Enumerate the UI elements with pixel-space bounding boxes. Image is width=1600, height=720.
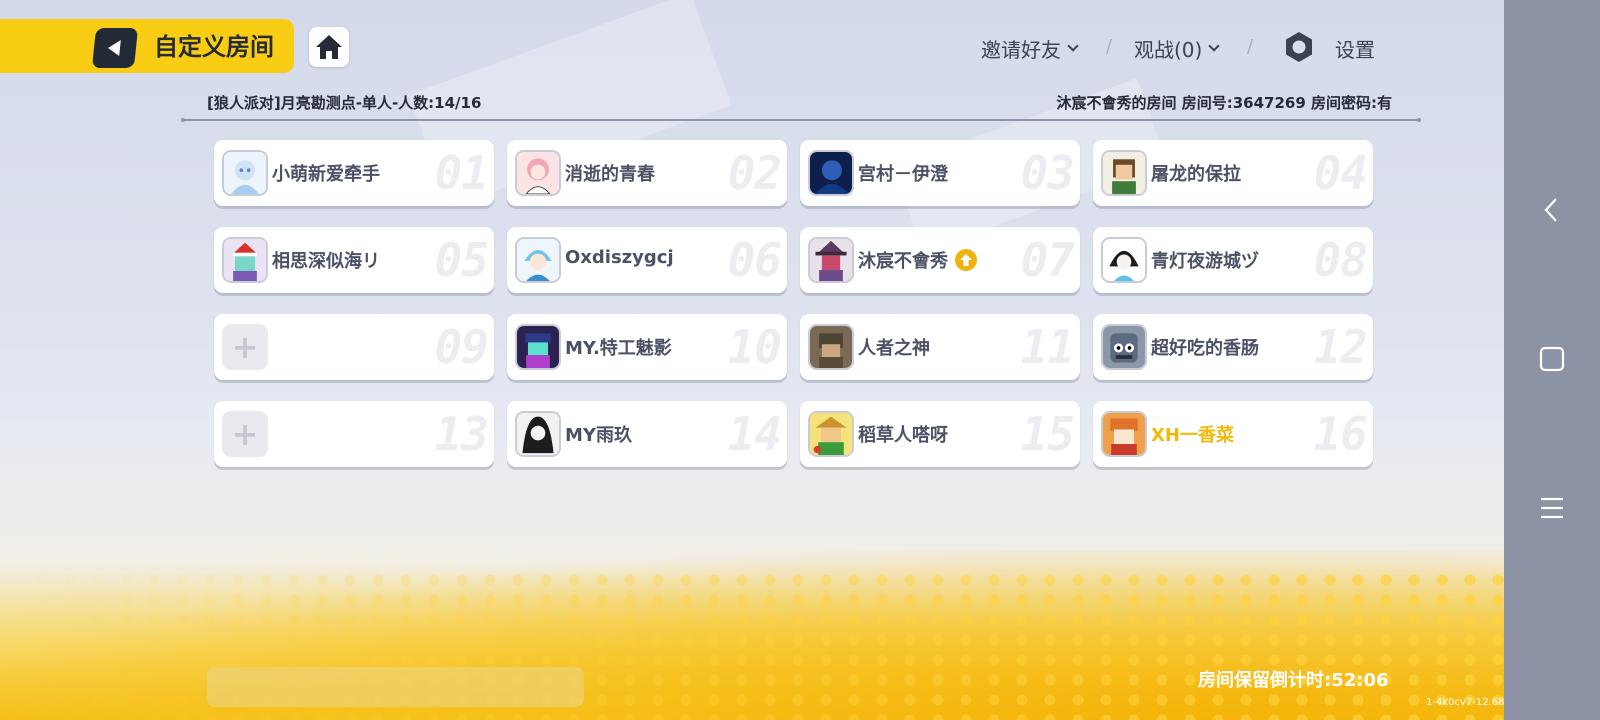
player-slot[interactable]: 宫村－伊澄 03 (800, 140, 1080, 206)
home-button[interactable] (309, 27, 349, 67)
settings-button[interactable]: 设置 (1335, 30, 1375, 66)
dark-blue-avatar (808, 150, 854, 196)
tiger-hood-avatar (1101, 411, 1147, 457)
player-slot[interactable]: 屠龙的保拉 04 (1093, 140, 1373, 206)
player-slot[interactable]: MY雨玖 14 (507, 401, 787, 467)
menu-separator: / (1106, 36, 1113, 57)
helmet-avatar (808, 324, 854, 370)
black-white-girl-avatar (515, 411, 561, 457)
player-slot[interactable]: 人者之神 11 (800, 314, 1080, 380)
slot-number: 02 (727, 146, 782, 200)
system-nav-bar (1504, 0, 1600, 720)
player-name: 沐宸不會秀 (858, 251, 948, 272)
player-name: Oxdiszygcj (565, 247, 674, 268)
invite-friends-label: 邀请好友 (981, 37, 1061, 62)
room-owner-icon (955, 249, 977, 271)
santa-hat-avatar (222, 237, 268, 283)
nav-home-button[interactable] (1504, 329, 1600, 389)
slot-number: 16 (1313, 407, 1368, 461)
slot-number: 05 (434, 233, 489, 287)
player-name: 屠龙的保拉 (1151, 164, 1241, 185)
player-name: 宫村－伊澄 (858, 164, 948, 185)
slot-number: 11 (1020, 320, 1075, 374)
slot-number: 12 (1313, 320, 1368, 374)
slot-number: 07 (1020, 233, 1075, 287)
slot-number: 06 (727, 233, 782, 287)
player-name: 超好吃的香肠 (1151, 338, 1259, 359)
player-name: 小萌新爱牵手 (272, 164, 380, 185)
player-slot[interactable]: 超好吃的香肠 12 (1093, 314, 1373, 380)
witch-hat-avatar (808, 237, 854, 283)
gear-icon[interactable] (1283, 31, 1315, 63)
brown-hair-avatar (1101, 150, 1147, 196)
player-slot[interactable]: 青灯夜游城ヅ 08 (1093, 227, 1373, 293)
room-countdown: 房间保留倒计时:52:06 (1198, 670, 1389, 691)
player-slot[interactable]: 消逝的青春 02 (507, 140, 787, 206)
nav-home-icon (1539, 346, 1565, 372)
anime-girl-avatar (222, 150, 268, 196)
nav-recents-button[interactable] (1504, 478, 1600, 538)
slot-number: 13 (434, 407, 489, 461)
player-slot[interactable]: 沐宸不會秀 07 (800, 227, 1080, 293)
player-name: MY.特工魅影 (565, 338, 672, 359)
player-slot[interactable]: 相思深似海リ 05 (214, 227, 494, 293)
slot-number: 15 (1020, 407, 1075, 461)
slot-number: 10 (727, 320, 782, 374)
invite-friends-dropdown[interactable]: 邀请好友 (981, 30, 1079, 66)
add-player-icon[interactable]: + (222, 411, 268, 457)
chat-input-bar[interactable] (207, 667, 584, 707)
spectate-dropdown[interactable]: 观战(0) (1134, 30, 1221, 66)
blob-monster-avatar (1101, 324, 1147, 370)
player-name: XH一香菜 (1151, 425, 1234, 446)
spectate-label: 观战(0) (1134, 37, 1203, 62)
header-divider (181, 118, 1421, 122)
back-arrow-icon (106, 40, 121, 56)
player-slot[interactable]: XH一香菜 16 (1093, 401, 1373, 467)
page-title: 自定义房间 (154, 33, 274, 61)
settings-label: 设置 (1335, 37, 1375, 62)
player-name: 人者之神 (858, 338, 930, 359)
player-name: MY雨玖 (565, 425, 632, 446)
pink-hair-avatar (515, 150, 561, 196)
slot-number: 01 (434, 146, 489, 200)
blue-hair-avatar (515, 237, 561, 283)
nav-back-icon (1544, 198, 1557, 222)
player-slot[interactable]: Oxdiszygcj 06 (507, 227, 787, 293)
slot-number: 08 (1313, 233, 1368, 287)
nav-back-button[interactable] (1504, 180, 1600, 240)
nav-menu-icon (1541, 497, 1563, 519)
room-mode-info: [狼人派对]月亮勘测点-单人-人数:14/16 (207, 94, 482, 112)
back-button[interactable] (91, 28, 139, 68)
slot-number: 14 (727, 407, 782, 461)
chevron-down-icon (1208, 39, 1221, 52)
slot-number: 03 (1020, 146, 1075, 200)
player-slot[interactable]: 小萌新爱牵手 01 (214, 140, 494, 206)
add-player-icon[interactable]: + (222, 324, 268, 370)
player-slot[interactable]: MY.特工魅影 10 (507, 314, 787, 380)
player-name: 青灯夜游城ヅ (1151, 251, 1259, 272)
chevron-down-icon (1067, 39, 1079, 52)
slot-number: 04 (1313, 146, 1368, 200)
slot-number: 09 (434, 320, 489, 374)
scarecrow-avatar (808, 411, 854, 457)
room-owner-info: 沐宸不會秀的房间 房间号:3647269 房间密码:有 (1056, 94, 1392, 112)
police-cap-avatar (515, 324, 561, 370)
player-name: 相思深似海リ (272, 251, 380, 272)
home-icon (316, 35, 342, 59)
menu-separator: / (1247, 36, 1254, 57)
black-hair-avatar (1101, 237, 1147, 283)
player-slot[interactable]: 稻草人嗒呀 15 (800, 401, 1080, 467)
player-name: 稻草人嗒呀 (858, 425, 948, 446)
empty-slot[interactable]: + 13 (214, 401, 494, 467)
player-name: 消逝的青春 (565, 164, 655, 185)
empty-slot[interactable]: + 09 (214, 314, 494, 380)
